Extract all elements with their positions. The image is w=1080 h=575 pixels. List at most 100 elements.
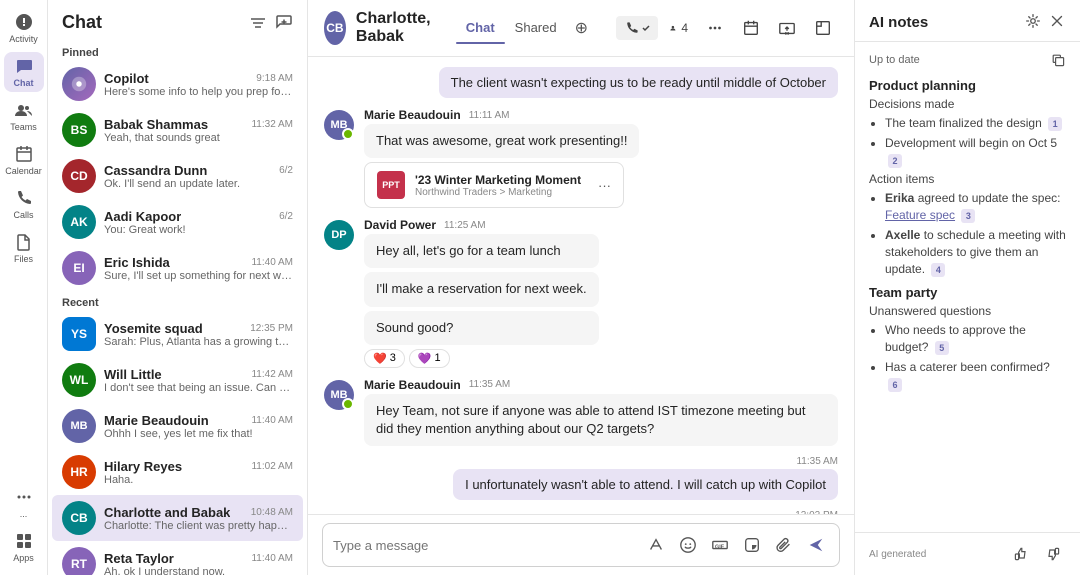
chat-item-time: 11:40 AM — [251, 257, 293, 268]
ai-notes-title: AI notes — [869, 14, 928, 31]
pinned-section-label: Pinned — [48, 41, 307, 61]
avatar: EI — [62, 251, 96, 285]
chat-item-preview: I don't see that being an issue. Can you… — [104, 382, 293, 394]
feature-spec-link[interactable]: Feature spec — [885, 208, 955, 222]
chat-header-name: Charlotte, Babak — [356, 10, 438, 46]
attachment-more-icon[interactable]: ··· — [598, 178, 611, 193]
sidebar-item-calls[interactable]: Calls — [4, 184, 44, 224]
message-time: 11:11 AM — [469, 110, 510, 121]
sidebar-teams-label: Teams — [10, 122, 37, 132]
chat-item-name: Yosemite squad — [104, 321, 203, 336]
chat-item-cassandra[interactable]: CD Cassandra Dunn6/2 Ok. I'll send an up… — [52, 153, 303, 199]
chat-item-time: 9:18 AM — [256, 73, 293, 84]
sidebar-item-calendar[interactable]: Calendar — [4, 140, 44, 180]
chat-item-time: 11:40 AM — [251, 415, 293, 426]
chat-item-name: Charlotte and Babak — [104, 505, 230, 520]
reference-badge[interactable]: 4 — [931, 263, 945, 277]
attachment-card[interactable]: PPT '23 Winter Marketing Moment Northwin… — [364, 162, 624, 208]
chat-item-preview: You: Great work! — [104, 224, 293, 236]
chat-main: CB Charlotte, Babak Chat Shared ⊕ 4 — [308, 0, 854, 575]
avatar: AK — [62, 205, 96, 239]
reference-badge[interactable]: 1 — [1048, 117, 1062, 131]
chat-item-babak[interactable]: BS Babak Shammas11:32 AM Yeah, that soun… — [52, 107, 303, 153]
more-options-button[interactable] — [700, 13, 730, 43]
chat-item-name: Will Little — [104, 367, 162, 382]
ai-actions-list: Erika agreed to update the spec: Feature… — [869, 190, 1066, 277]
emoji-icon[interactable] — [675, 532, 701, 558]
gif-icon[interactable]: GIF — [707, 532, 733, 558]
sidebar-calls-label: Calls — [13, 210, 33, 220]
participants-button[interactable]: 4 — [664, 13, 694, 43]
reference-badge[interactable]: 3 — [961, 209, 975, 223]
ai-notes-actions — [1024, 12, 1066, 33]
filter-icon[interactable] — [249, 14, 267, 32]
copy-icon[interactable] — [1050, 52, 1066, 68]
pop-out-button[interactable] — [808, 13, 838, 43]
ai-date-label: Up to date — [869, 54, 920, 66]
chat-item-eric[interactable]: EI Eric Ishida11:40 AM Sure, I'll set up… — [52, 245, 303, 291]
chat-item-preview: Haha. — [104, 474, 293, 486]
message-bubble: The client wasn't expecting us to be rea… — [439, 67, 838, 98]
message-bubble: That was awesome, great work presenting!… — [364, 124, 639, 158]
tab-chat[interactable]: Chat — [456, 12, 505, 44]
sidebar-item-apps[interactable]: Apps — [4, 527, 44, 567]
chat-item-reta[interactable]: RT Reta Taylor11:40 AM Ah, ok I understa… — [52, 541, 303, 575]
reaction-heart[interactable]: ❤️ 3 — [364, 349, 405, 368]
ai-subsection-unanswered: Unanswered questions — [869, 304, 1066, 318]
chat-item-preview: Sarah: Plus, Atlanta has a growing tech … — [104, 336, 293, 348]
attach-icon[interactable] — [771, 532, 797, 558]
sidebar-item-more[interactable]: ... — [4, 483, 44, 523]
chat-item-will[interactable]: WL Will Little11:42 AM I don't see that … — [52, 357, 303, 403]
sidebar-item-chat[interactable]: Chat — [4, 52, 44, 92]
sidebar-item-files[interactable]: Files — [4, 228, 44, 268]
chat-item-copilot[interactable]: Copilot9:18 AM Here's some info to help … — [52, 61, 303, 107]
call-button[interactable] — [616, 16, 658, 40]
schedule-call-button[interactable] — [736, 13, 766, 43]
sticker-icon[interactable] — [739, 532, 765, 558]
message-time: 11:25 AM — [444, 220, 486, 231]
avatar: CB — [62, 501, 96, 535]
chat-item-yosemite[interactable]: YS Yosemite squad12:35 PM Sarah: Plus, A… — [52, 311, 303, 357]
sender-avatar: MB — [324, 110, 354, 140]
avatar: MB — [62, 409, 96, 443]
sidebar-apps-label: Apps — [13, 553, 34, 563]
send-button[interactable] — [803, 532, 829, 558]
tab-shared[interactable]: Shared — [505, 12, 567, 44]
message-input[interactable] — [333, 538, 637, 553]
reference-badge[interactable]: 5 — [935, 341, 949, 355]
message-bubble: I unfortunately wasn't able to attend. I… — [453, 469, 838, 500]
avatar: HR — [62, 455, 96, 489]
share-screen-button[interactable] — [772, 13, 802, 43]
message-time: 11:35 AM — [469, 379, 511, 390]
sidebar-item-activity[interactable]: Activity — [4, 8, 44, 48]
thumbs-down-button[interactable] — [1040, 541, 1066, 567]
sidebar-item-teams[interactable]: Teams — [4, 96, 44, 136]
chat-item-time: 6/2 — [279, 211, 293, 222]
tab-add[interactable]: ⊕ — [567, 12, 596, 44]
format-icon[interactable] — [643, 532, 669, 558]
ai-notes-close-button[interactable] — [1048, 12, 1066, 33]
chat-item-aadi[interactable]: AK Aadi Kapoor6/2 You: Great work! — [52, 199, 303, 245]
avatar: YS — [62, 317, 96, 351]
chat-header-actions: 4 — [616, 13, 838, 43]
chat-item-hilary[interactable]: HR Hilary Reyes11:02 AM Haha. — [52, 449, 303, 495]
ai-list-item: Erika agreed to update the spec: Feature… — [885, 190, 1066, 224]
ai-section-team-party: Team party — [869, 285, 1066, 300]
chat-item-marie[interactable]: MB Marie Beaudouin11:40 AM Ohhh I see, y… — [52, 403, 303, 449]
ai-decisions-list: The team finalized the design 1 Developm… — [869, 115, 1066, 168]
reference-badge[interactable]: 2 — [888, 154, 902, 168]
reaction-count: 3 — [390, 352, 396, 364]
reaction-purple[interactable]: 💜 1 — [409, 349, 450, 368]
thumbs-up-button[interactable] — [1008, 541, 1034, 567]
ai-subsection-actions: Action items — [869, 172, 1066, 186]
ai-notes-settings-icon[interactable] — [1024, 12, 1042, 33]
recent-section-label: Recent — [48, 291, 307, 311]
message-marie-1: MB Marie Beaudouin 11:11 AM That was awe… — [324, 108, 838, 208]
chat-item-time: 10:48 AM — [251, 507, 293, 518]
new-chat-icon[interactable] — [275, 14, 293, 32]
reference-badge[interactable]: 6 — [888, 378, 902, 392]
chat-item-time: 11:02 AM — [251, 461, 293, 472]
ai-notes-header: AI notes — [855, 0, 1080, 42]
ai-subsection-decisions: Decisions made — [869, 97, 1066, 111]
chat-item-charlotte-babak[interactable]: CB Charlotte and Babak10:48 AM Charlotte… — [52, 495, 303, 541]
